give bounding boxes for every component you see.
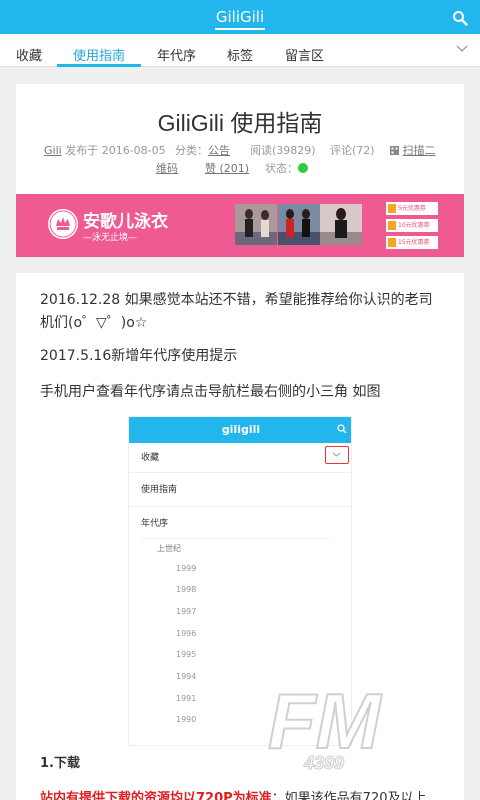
ad-photo-1 xyxy=(235,204,277,245)
screenshot-header: giligili xyxy=(129,417,351,443)
screenshot-year: 1991 xyxy=(176,694,197,703)
ad-tagline: —泳无止境— xyxy=(83,233,138,243)
status-label: 状态： xyxy=(265,162,298,175)
app-header: GiliGili xyxy=(0,0,480,34)
screenshot-year: 1990 xyxy=(176,715,197,724)
screenshot-year: 1997 xyxy=(176,607,197,616)
category-link[interactable]: 公告 xyxy=(208,144,230,157)
app-title[interactable]: GiliGili xyxy=(0,8,480,30)
screenshot-brand: giligili xyxy=(221,423,261,436)
guide-screenshot: giligili 收藏 使用指南 年代序 上世纪 1999 1998 1997 … xyxy=(128,416,352,746)
search-icon xyxy=(337,424,347,434)
screenshot-year: 1995 xyxy=(176,650,197,659)
paragraph-2: 2017.5.16新增年代序使用提示 xyxy=(40,348,238,364)
highlight-box xyxy=(325,446,349,464)
screenshot-divider xyxy=(141,538,329,539)
screenshot-year: 1998 xyxy=(176,585,197,594)
search-icon[interactable] xyxy=(452,10,468,26)
coupon-icon xyxy=(388,221,396,230)
coupon-icon xyxy=(388,238,396,247)
coupon-icon xyxy=(388,204,396,213)
post-content-card: 2016.12.28 如果感觉本站还不错，希望能推荐给你认识的老司机们(o゜▽゜… xyxy=(16,273,464,800)
publish-date: 发布于 2016-08-05 xyxy=(65,144,166,157)
screenshot-year: 1996 xyxy=(176,629,197,638)
tab-chronology[interactable]: 年代序 xyxy=(157,45,196,64)
coupon-3[interactable]: 15元优惠券 xyxy=(386,236,438,249)
download-note-rest: ：如果该作品有720及以上 xyxy=(271,791,427,800)
nav-tabs: 收藏 使用指南 年代序 标签 留言区 xyxy=(0,34,480,67)
brand-logo xyxy=(48,209,78,239)
chevron-down-icon[interactable] xyxy=(456,44,468,54)
status-meta: 状态： xyxy=(265,160,308,176)
section-heading-download: 1.下载 xyxy=(40,756,80,771)
tab-guestbook[interactable]: 留言区 xyxy=(285,45,324,64)
qr-link-cont: 维码 xyxy=(156,160,178,176)
ad-brand-name: 安歌儿泳衣 xyxy=(83,212,168,232)
ad-photo-2 xyxy=(278,204,320,245)
tab-guide[interactable]: 使用指南 xyxy=(73,45,125,64)
ad-photo-3 xyxy=(320,204,362,245)
screenshot-subheading: 上世纪 xyxy=(157,544,181,553)
paragraph-1: 2016.12.28 如果感觉本站还不错，希望能推荐给你认识的老司机们(o゜▽゜… xyxy=(40,292,433,331)
tab-favorites[interactable]: 收藏 xyxy=(16,45,42,64)
screenshot-row: 年代序 xyxy=(141,519,169,529)
tab-tags[interactable]: 标签 xyxy=(227,45,253,64)
screenshot-row: 使用指南 xyxy=(129,473,351,507)
comment-count[interactable]: 评论(72) xyxy=(330,142,375,158)
status-indicator xyxy=(298,163,308,173)
post-title: GiliGili 使用指南 xyxy=(157,110,323,136)
screenshot-year: 1999 xyxy=(176,564,197,573)
screenshot-row: 收藏 xyxy=(129,443,351,473)
chevron-down-icon xyxy=(332,452,341,457)
author-link[interactable]: Gili xyxy=(44,144,62,157)
download-note: 站内有提供下载的资源均以720P为标准：如果该作品有720及以上 xyxy=(40,787,460,800)
qr-link-2[interactable]: 维码 xyxy=(156,162,178,175)
download-highlight: 站内有提供下载的资源均以720P为标准 xyxy=(40,791,272,800)
post-meta-line-1: Gili 发布于 2016-08-05 xyxy=(44,142,166,158)
qr-code-icon xyxy=(390,146,399,155)
qr-link[interactable]: 扫描二 xyxy=(403,144,436,157)
read-count: 阅读(39829) xyxy=(250,144,316,157)
screenshot-year: 1994 xyxy=(176,672,197,681)
like-meta: 赞 (201) xyxy=(205,160,249,176)
active-tab-indicator xyxy=(57,64,141,67)
coupon-1[interactable]: 5元优惠券 xyxy=(386,202,438,215)
category-meta: 分类：公告 xyxy=(175,142,230,158)
like-button[interactable]: 赞 (201) xyxy=(205,162,249,175)
paragraph-3: 手机用户查看年代序请点击导航栏最右侧的小三角 如图 xyxy=(40,384,381,400)
category-label: 分类： xyxy=(175,144,208,157)
ad-banner[interactable]: 安歌儿泳衣 —泳无止境— 5元优惠券 10元优惠券 15元优惠券 xyxy=(16,194,464,257)
qr-meta: 扫描二 xyxy=(390,142,436,158)
coupon-2[interactable]: 10元优惠券 xyxy=(386,219,438,232)
